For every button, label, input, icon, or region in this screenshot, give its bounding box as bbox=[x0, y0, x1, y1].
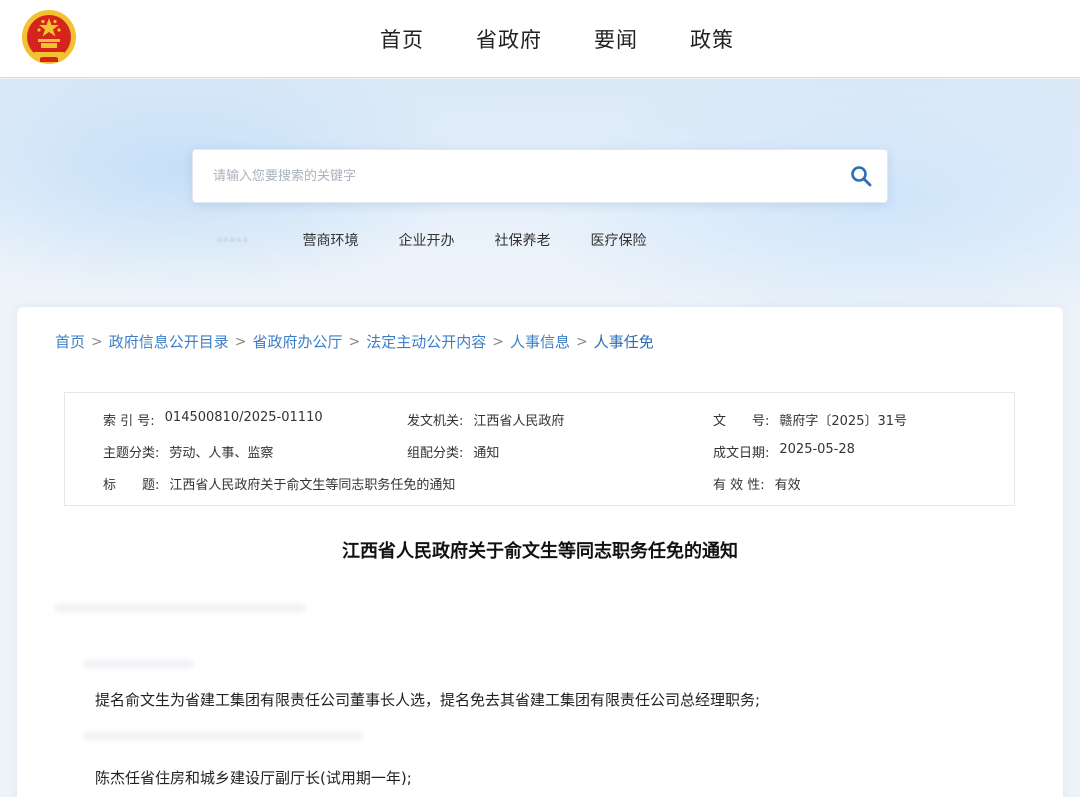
breadcrumb-separator: > bbox=[492, 333, 504, 350]
redacted-text bbox=[55, 603, 305, 613]
main-nav: 首页 省政府 要闻 政策 bbox=[380, 0, 786, 78]
breadcrumb-appointments[interactable]: 人事任免 bbox=[594, 331, 654, 352]
meta-doc-number-label: 文 号: bbox=[713, 414, 770, 429]
breadcrumb-general-office[interactable]: 省政府办公厅 bbox=[253, 331, 343, 352]
nav-item-news[interactable]: 要闻 bbox=[594, 24, 638, 54]
breadcrumb: 首页 > 政府信息公开目录 > 省政府办公厅 > 法定主动公开内容 > 人事信息… bbox=[55, 331, 654, 352]
meta-validity-value: 有效 bbox=[774, 478, 801, 493]
hot-keyword-business-environment[interactable]: 营商环境 bbox=[302, 230, 358, 250]
meta-validity-label: 有 效 性: bbox=[713, 478, 765, 493]
breadcrumb-separator: > bbox=[91, 333, 103, 350]
meta-doc-number-value: 赣府字〔2025〕31号 bbox=[779, 414, 908, 429]
meta-issuer-label: 发文机关: bbox=[407, 414, 464, 429]
meta-issuer: 发文机关: 江西省人民政府 bbox=[407, 410, 564, 429]
breadcrumb-separator: > bbox=[348, 333, 361, 350]
breadcrumb-home[interactable]: 首页 bbox=[55, 331, 85, 352]
meta-topic-label: 主题分类: bbox=[103, 446, 160, 461]
meta-category-value: 通知 bbox=[473, 446, 500, 461]
meta-topic: 主题分类: 劳动、人事、监察 bbox=[103, 442, 273, 461]
redacted-text bbox=[83, 659, 193, 669]
nav-item-home[interactable]: 首页 bbox=[380, 24, 424, 54]
top-navigation-bar: 首页 省政府 要闻 政策 bbox=[0, 0, 1080, 78]
breadcrumb-info-directory[interactable]: 政府信息公开目录 bbox=[109, 331, 229, 352]
meta-category-label: 组配分类: bbox=[407, 446, 464, 461]
search-box bbox=[192, 149, 888, 203]
hot-keyword-business-startup[interactable]: 企业开办 bbox=[398, 230, 454, 250]
hot-keywords-blurred-label: ••••• bbox=[216, 233, 249, 247]
meta-title-label: 标 题: bbox=[103, 478, 160, 493]
breadcrumb-separator: > bbox=[576, 333, 588, 350]
meta-date-value: 2025-05-28 bbox=[779, 442, 855, 457]
meta-date: 成文日期: 2025-05-28 bbox=[713, 442, 855, 461]
meta-validity: 有 效 性: 有效 bbox=[713, 474, 801, 493]
document-paragraph: 提名俞文生为省建工集团有限责任公司董事长人选，提名免去其省建工集团有限责任公司总… bbox=[95, 691, 761, 709]
document-metadata-table: 索 引 号: 014500810/2025-01110 发文机关: 江西省人民政… bbox=[64, 392, 1015, 506]
hot-keyword-medical-insurance[interactable]: 医疗保险 bbox=[590, 230, 646, 250]
meta-title: 标 题: 江西省人民政府关于俞文生等同志职务任免的通知 bbox=[103, 474, 455, 493]
meta-index: 索 引 号: 014500810/2025-01110 bbox=[103, 410, 323, 429]
meta-index-value: 014500810/2025-01110 bbox=[164, 410, 323, 425]
meta-doc-number: 文 号: 赣府字〔2025〕31号 bbox=[713, 410, 907, 429]
meta-topic-value: 劳动、人事、监察 bbox=[169, 446, 274, 461]
breadcrumb-personnel-info[interactable]: 人事信息 bbox=[510, 331, 570, 352]
nav-item-province-government[interactable]: 省政府 bbox=[476, 24, 542, 54]
national-emblem-icon[interactable] bbox=[20, 8, 78, 66]
nav-item-policy[interactable]: 政策 bbox=[690, 24, 734, 54]
breadcrumb-statutory-disclosure[interactable]: 法定主动公开内容 bbox=[366, 331, 486, 352]
document-title: 江西省人民政府关于俞文生等同志职务任免的通知 bbox=[342, 541, 738, 562]
meta-category: 组配分类: 通知 bbox=[407, 442, 499, 461]
meta-date-label: 成文日期: bbox=[713, 446, 770, 461]
search-icon[interactable] bbox=[849, 164, 873, 188]
search-input[interactable] bbox=[213, 150, 833, 202]
hot-keywords: ••••• 营商环境 企业开办 社保养老 医疗保险 bbox=[216, 230, 686, 250]
document-paragraph: 陈杰任省住房和城乡建设厅副厅长(试用期一年); bbox=[95, 769, 412, 787]
meta-index-label: 索 引 号: bbox=[103, 414, 155, 429]
redacted-text bbox=[83, 731, 363, 741]
meta-title-value: 江西省人民政府关于俞文生等同志职务任免的通知 bbox=[169, 478, 456, 493]
hot-keyword-social-security[interactable]: 社保养老 bbox=[494, 230, 550, 250]
meta-issuer-value: 江西省人民政府 bbox=[473, 414, 565, 429]
breadcrumb-separator: > bbox=[234, 333, 247, 350]
content-card: 首页 > 政府信息公开目录 > 省政府办公厅 > 法定主动公开内容 > 人事信息… bbox=[17, 307, 1063, 797]
